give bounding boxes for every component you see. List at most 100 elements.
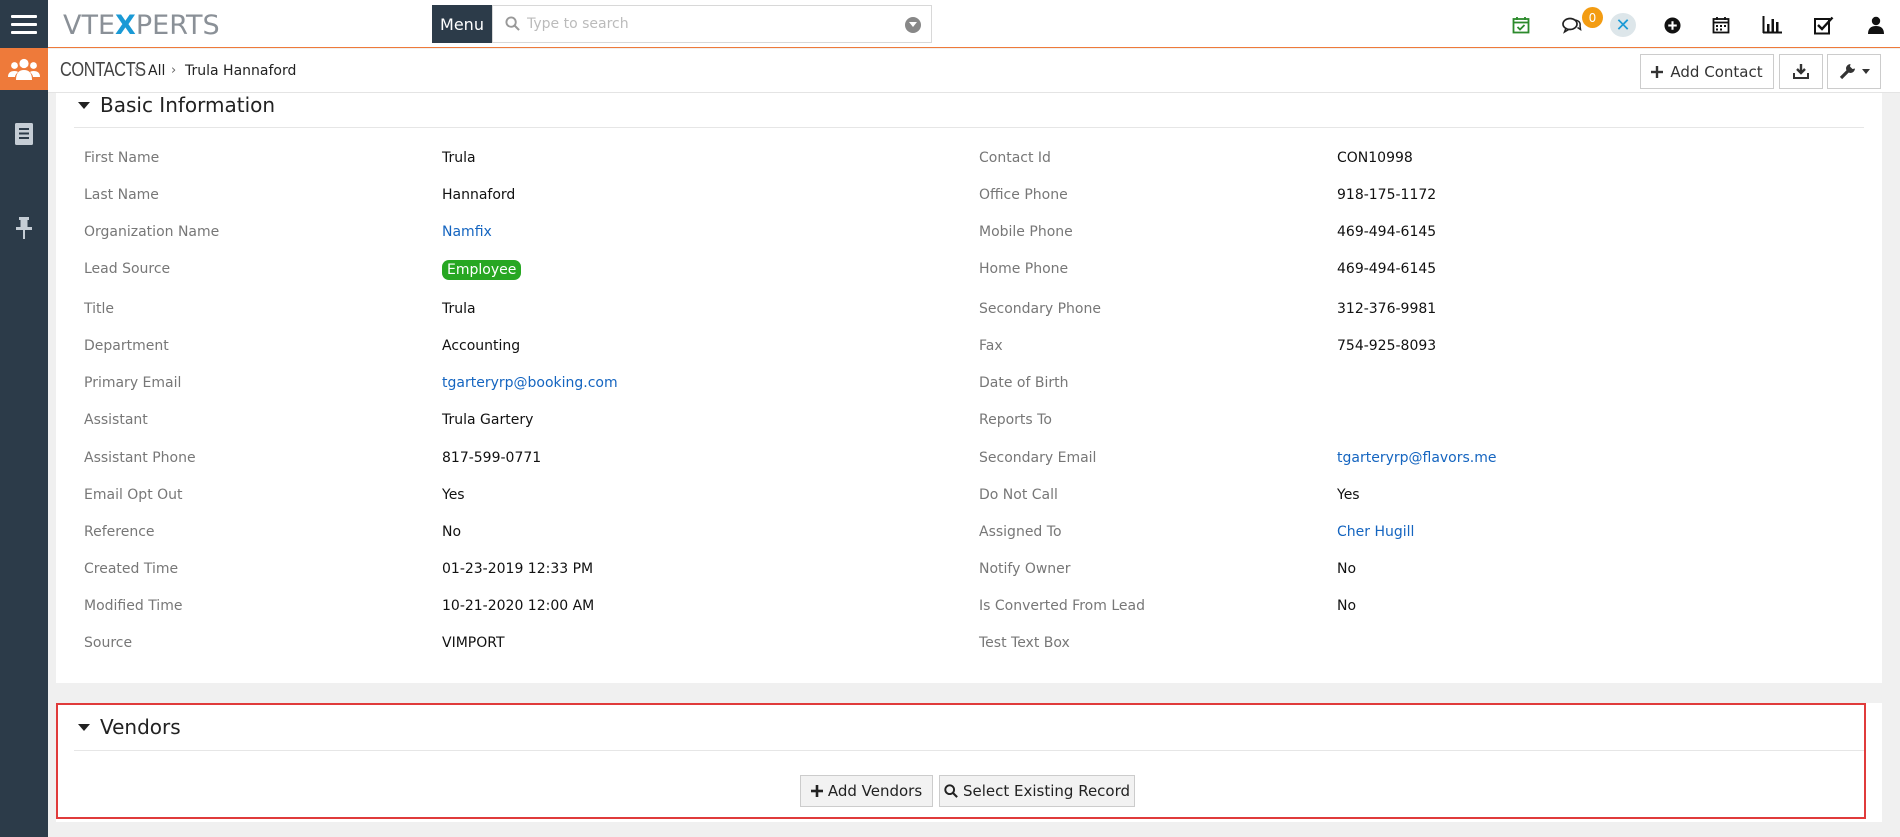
field-value-organization-name[interactable]: Namfix xyxy=(442,224,492,240)
search-icon xyxy=(944,784,958,798)
chevron-right-icon: › xyxy=(171,63,177,78)
basic-information-title: Basic Information xyxy=(100,93,276,117)
logo-part-right: PERTS xyxy=(135,10,220,41)
field-value-primary-email[interactable]: tgarteryrp@booking.com xyxy=(442,375,618,391)
field-label-home-phone: Home Phone xyxy=(979,261,1069,277)
field-label-do-not-call: Do Not Call xyxy=(979,487,1058,503)
add-vendors-label: Add Vendors xyxy=(827,782,923,800)
download-icon xyxy=(1793,64,1809,79)
pin-icon[interactable] xyxy=(12,216,36,240)
basic-information-header[interactable]: Basic Information xyxy=(78,93,275,117)
bar-chart-icon[interactable] xyxy=(1761,14,1783,36)
field-value-secondary-phone: 312-376-9981 xyxy=(1337,301,1437,317)
field-value-secondary-email[interactable]: tgarteryrp@flavors.me xyxy=(1337,450,1497,466)
dropdown-icon[interactable] xyxy=(905,17,921,33)
field-label-reference: Reference xyxy=(84,524,155,540)
caret-down-icon xyxy=(1861,69,1870,74)
field-label-assistant: Assistant xyxy=(84,412,148,428)
field-value-do-not-call: Yes xyxy=(1337,487,1360,503)
calendar-check-icon[interactable] xyxy=(1510,14,1532,36)
field-label-is-converted-from-lead: Is Converted From Lead xyxy=(979,598,1145,614)
field-value-contact-id: CON10998 xyxy=(1337,150,1413,166)
field-value-office-phone: 918-175-1172 xyxy=(1337,187,1437,203)
field-label-notify-owner: Notify Owner xyxy=(979,561,1071,577)
field-label-test-text-box: Test Text Box xyxy=(979,635,1070,651)
select-existing-record-label: Select Existing Record xyxy=(962,782,1131,800)
add-contact-button[interactable]: Add Contact xyxy=(1640,54,1774,89)
document-icon[interactable] xyxy=(12,122,36,146)
field-label-secondary-email: Secondary Email xyxy=(979,450,1097,466)
export-button[interactable] xyxy=(1779,54,1823,89)
field-value-title: Trula xyxy=(442,301,476,317)
field-label-source: Source xyxy=(84,635,133,651)
field-label-title: Title xyxy=(84,301,115,317)
field-value-is-converted-from-lead: No xyxy=(1337,598,1357,614)
field-value-created-time: 01-23-2019 12:33 PM xyxy=(442,561,594,577)
vtexperts-icon[interactable]: ✕ xyxy=(1610,13,1636,37)
basic-information-panel: Basic Information xyxy=(56,93,1882,683)
wrench-icon xyxy=(1839,64,1855,80)
breadcrumb-bar: CONTACTS › All › Trula Hannaford Add Con… xyxy=(48,49,1900,93)
plus-circle-icon[interactable] xyxy=(1661,14,1683,36)
field-label-organization-name: Organization Name xyxy=(84,224,220,240)
field-label-lead-source: Lead Source xyxy=(84,261,171,277)
field-value-modified-time: 10-21-2020 12:00 AM xyxy=(442,598,595,614)
field-label-created-time: Created Time xyxy=(84,561,179,577)
field-value-reference: No xyxy=(442,524,462,540)
field-label-fax: Fax xyxy=(979,338,1003,354)
menu-button[interactable]: Menu xyxy=(432,5,492,43)
field-label-reports-to: Reports To xyxy=(979,412,1052,428)
settings-dropdown-button[interactable] xyxy=(1827,54,1881,89)
vtexperts-logo[interactable]: VTEXPERTS xyxy=(63,10,220,41)
divider xyxy=(74,127,1864,128)
field-label-office-phone: Office Phone xyxy=(979,187,1068,203)
field-value-source: VIMPORT xyxy=(442,635,505,651)
plus-icon xyxy=(1651,65,1664,78)
field-label-assistant-phone: Assistant Phone xyxy=(84,450,196,466)
field-label-modified-time: Modified Time xyxy=(84,598,183,614)
breadcrumb-module[interactable]: CONTACTS xyxy=(60,59,146,82)
field-label-assigned-to: Assigned To xyxy=(979,524,1062,540)
field-value-last-name: Hannaford xyxy=(442,187,516,203)
field-label-primary-email: Primary Email xyxy=(84,375,182,391)
add-contact-label: Add Contact xyxy=(1670,62,1763,81)
contacts-icon[interactable] xyxy=(0,48,48,90)
field-label-contact-id: Contact Id xyxy=(979,150,1051,166)
field-value-assigned-to[interactable]: Cher Hugill xyxy=(1337,524,1414,540)
field-value-assistant-phone: 817-599-0771 xyxy=(442,450,542,466)
field-value-mobile-phone: 469-494-6145 xyxy=(1337,224,1437,240)
checkbox-icon[interactable] xyxy=(1813,14,1835,36)
plus-icon xyxy=(810,785,823,797)
search-icon xyxy=(505,16,520,31)
field-label-mobile-phone: Mobile Phone xyxy=(979,224,1073,240)
field-value-fax: 754-925-8093 xyxy=(1337,338,1437,354)
hamburger-icon[interactable] xyxy=(0,0,48,48)
field-value-home-phone: 469-494-6145 xyxy=(1337,261,1437,277)
field-value-email-opt-out: Yes xyxy=(442,487,465,503)
field-label-email-opt-out: Email Opt Out xyxy=(84,487,183,503)
logo-part-left: VTE xyxy=(63,10,116,41)
field-label-date-of-birth: Date of Birth xyxy=(979,375,1069,391)
calendar-icon[interactable] xyxy=(1710,14,1732,36)
logo-part-x: X xyxy=(115,10,136,41)
field-value-notify-owner: No xyxy=(1337,561,1357,577)
user-icon[interactable] xyxy=(1865,14,1887,36)
left-sidebar xyxy=(0,48,48,837)
add-vendors-button[interactable]: Add Vendors xyxy=(800,775,933,807)
field-label-secondary-phone: Secondary Phone xyxy=(979,301,1101,317)
field-label-first-name: First Name xyxy=(84,150,160,166)
field-value-lead-source: Employee xyxy=(442,260,522,280)
field-value-assistant: Trula Gartery xyxy=(442,412,534,428)
field-label-department: Department xyxy=(84,338,169,354)
breadcrumb-filter[interactable]: All xyxy=(148,63,165,79)
field-value-first-name: Trula xyxy=(442,150,476,166)
chevron-right-icon: › xyxy=(134,63,140,78)
field-label-last-name: Last Name xyxy=(84,187,159,203)
select-existing-record-button[interactable]: Select Existing Record xyxy=(939,775,1135,807)
notification-badge: 0 xyxy=(1582,7,1603,28)
collapse-caret-icon xyxy=(78,101,90,109)
global-search xyxy=(492,5,932,43)
chat-icon[interactable] xyxy=(1561,14,1583,36)
search-input[interactable] xyxy=(527,13,887,35)
field-value-department: Accounting xyxy=(442,338,521,354)
